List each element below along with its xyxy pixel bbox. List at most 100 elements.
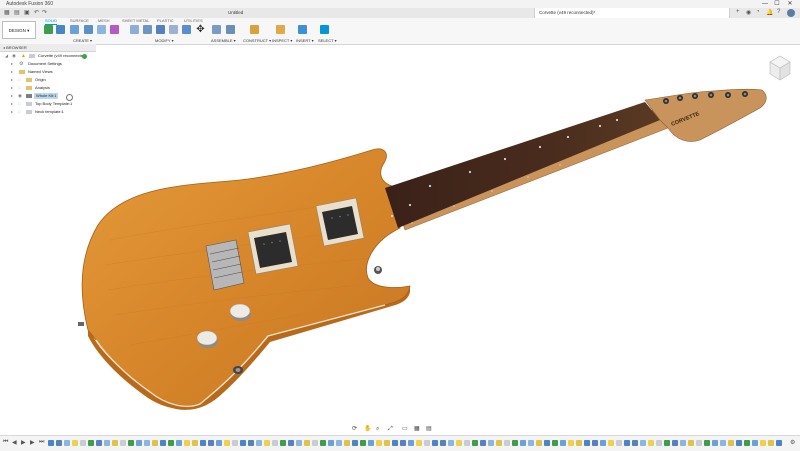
timeline-feature-icon[interactable]	[544, 440, 550, 446]
timeline-feature-icon[interactable]	[752, 440, 758, 446]
timeline-feature-icon[interactable]	[296, 440, 302, 446]
timeline-feature-icon[interactable]	[128, 440, 134, 446]
timeline-feature-icon[interactable]	[552, 440, 558, 446]
timeline-feature-icon[interactable]	[480, 440, 486, 446]
timeline-feature-icon[interactable]	[592, 440, 598, 446]
timeline-feature-icon[interactable]	[576, 440, 582, 446]
timeline-feature-icon[interactable]	[224, 440, 230, 446]
next-icon[interactable]: ▶	[30, 439, 35, 446]
viewcube-icon[interactable]	[769, 55, 791, 81]
timeline-feature-icon[interactable]	[176, 440, 182, 446]
orbit-icon[interactable]: ⟳	[352, 426, 357, 433]
timeline-feature-icon[interactable]	[184, 440, 190, 446]
timeline-feature-icon[interactable]	[192, 440, 198, 446]
timeline-feature-icon[interactable]	[392, 440, 398, 446]
timeline-feature-icon[interactable]	[656, 440, 662, 446]
timeline-feature-icon[interactable]	[352, 440, 358, 446]
timeline-feature-icon[interactable]	[312, 440, 318, 446]
timeline-feature-icon[interactable]	[56, 440, 62, 446]
timeline-feature-icon[interactable]	[472, 440, 478, 446]
timeline-feature-icon[interactable]	[112, 440, 118, 446]
timeline-feature-icon[interactable]	[488, 440, 494, 446]
timeline-feature-icon[interactable]	[400, 440, 406, 446]
timeline-feature-icon[interactable]	[560, 440, 566, 446]
zoom-icon[interactable]: ⌕	[376, 426, 379, 433]
timeline-feature-icon[interactable]	[264, 440, 270, 446]
guitar-model[interactable]: CORVETTE	[78, 88, 767, 410]
timeline-features[interactable]	[48, 439, 788, 447]
timeline-feature-icon[interactable]	[648, 440, 654, 446]
timeline-feature-icon[interactable]	[664, 440, 670, 446]
prev-icon[interactable]: ◀	[12, 439, 17, 446]
timeline-feature-icon[interactable]	[632, 440, 638, 446]
play-icon[interactable]: ▶	[21, 439, 26, 446]
viewport-canvas[interactable]: CORVETTE	[0, 0, 800, 450]
timeline-feature-icon[interactable]	[440, 440, 446, 446]
timeline-feature-icon[interactable]	[288, 440, 294, 446]
timeline-feature-icon[interactable]	[640, 440, 646, 446]
timeline-feature-icon[interactable]	[144, 440, 150, 446]
timeline-feature-icon[interactable]	[104, 440, 110, 446]
timeline-feature-icon[interactable]	[584, 440, 590, 446]
settings-icon[interactable]: ⚙	[790, 439, 795, 446]
pan-icon[interactable]: ✋	[364, 426, 371, 433]
timeline-feature-icon[interactable]	[616, 440, 622, 446]
timeline-feature-icon[interactable]	[776, 440, 782, 446]
timeline-feature-icon[interactable]	[432, 440, 438, 446]
display-settings-icon[interactable]: ▭	[402, 426, 408, 433]
timeline-feature-icon[interactable]	[248, 440, 254, 446]
timeline-feature-icon[interactable]	[120, 440, 126, 446]
timeline-feature-icon[interactable]	[344, 440, 350, 446]
first-icon[interactable]: ⏮	[3, 439, 8, 446]
timeline-feature-icon[interactable]	[680, 440, 686, 446]
timeline-feature-icon[interactable]	[168, 440, 174, 446]
timeline-feature-icon[interactable]	[624, 440, 630, 446]
fit-icon[interactable]: ⤢	[388, 426, 393, 433]
timeline-feature-icon[interactable]	[600, 440, 606, 446]
timeline-feature-icon[interactable]	[208, 440, 214, 446]
timeline-feature-icon[interactable]	[448, 440, 454, 446]
timeline-feature-icon[interactable]	[64, 440, 70, 446]
timeline-feature-icon[interactable]	[376, 440, 382, 446]
timeline-feature-icon[interactable]	[736, 440, 742, 446]
timeline-feature-icon[interactable]	[464, 440, 470, 446]
timeline-feature-icon[interactable]	[48, 440, 54, 446]
timeline-feature-icon[interactable]	[240, 440, 246, 446]
timeline-feature-icon[interactable]	[760, 440, 766, 446]
timeline-feature-icon[interactable]	[72, 440, 78, 446]
timeline-feature-icon[interactable]	[200, 440, 206, 446]
viewports-icon[interactable]: ▤	[426, 426, 432, 433]
timeline-feature-icon[interactable]	[688, 440, 694, 446]
timeline-feature-icon[interactable]	[496, 440, 502, 446]
timeline-feature-icon[interactable]	[696, 440, 702, 446]
timeline-feature-icon[interactable]	[408, 440, 414, 446]
timeline-feature-icon[interactable]	[160, 440, 166, 446]
timeline-feature-icon[interactable]	[536, 440, 542, 446]
last-icon[interactable]: ⏭	[39, 439, 44, 446]
timeline-feature-icon[interactable]	[328, 440, 334, 446]
timeline-feature-icon[interactable]	[320, 440, 326, 446]
timeline-feature-icon[interactable]	[304, 440, 310, 446]
timeline-feature-icon[interactable]	[80, 440, 86, 446]
timeline-feature-icon[interactable]	[384, 440, 390, 446]
timeline-feature-icon[interactable]	[424, 440, 430, 446]
timeline-feature-icon[interactable]	[368, 440, 374, 446]
timeline-feature-icon[interactable]	[272, 440, 278, 446]
timeline-feature-icon[interactable]	[96, 440, 102, 446]
timeline-feature-icon[interactable]	[528, 440, 534, 446]
timeline-feature-icon[interactable]	[608, 440, 614, 446]
timeline-feature-icon[interactable]	[504, 440, 510, 446]
timeline-feature-icon[interactable]	[744, 440, 750, 446]
grid-icon[interactable]: ▦	[414, 426, 420, 433]
timeline-feature-icon[interactable]	[280, 440, 286, 446]
timeline-feature-icon[interactable]	[136, 440, 142, 446]
timeline-feature-icon[interactable]	[768, 440, 774, 446]
timeline-feature-icon[interactable]	[720, 440, 726, 446]
timeline-feature-icon[interactable]	[232, 440, 238, 446]
timeline-feature-icon[interactable]	[256, 440, 262, 446]
timeline-feature-icon[interactable]	[336, 440, 342, 446]
timeline-feature-icon[interactable]	[520, 440, 526, 446]
timeline-feature-icon[interactable]	[216, 440, 222, 446]
timeline-feature-icon[interactable]	[568, 440, 574, 446]
timeline-feature-icon[interactable]	[456, 440, 462, 446]
